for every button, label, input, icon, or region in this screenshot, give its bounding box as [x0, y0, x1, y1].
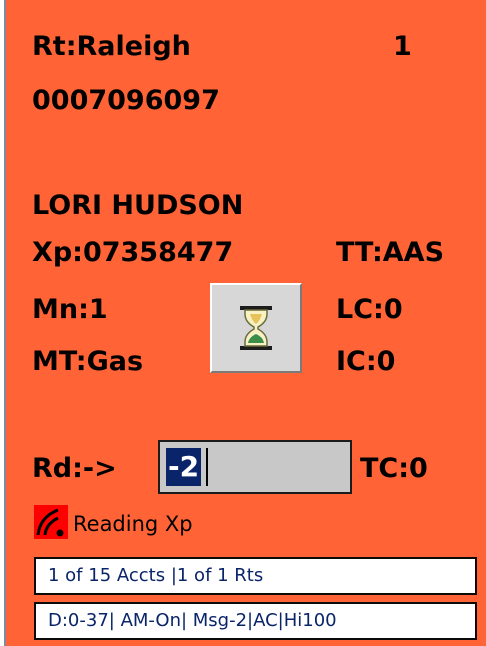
xp-number: Xp:07358477 — [32, 237, 234, 268]
route-label: Rt:Raleigh — [32, 31, 191, 62]
hourglass-icon — [240, 306, 272, 350]
reading-status-text: Reading Xp — [73, 512, 193, 536]
account-number: 0007096097 — [32, 85, 220, 116]
text-caret — [206, 448, 208, 486]
info-status-box: D:0-37| AM-On| Msg-2|AC|Hi100 — [34, 602, 477, 640]
hourglass-button[interactable] — [210, 283, 302, 373]
mn-value: Mn:1 — [32, 294, 108, 325]
account-summary-box: 1 of 15 Accts |1 of 1 Rts — [34, 557, 477, 595]
tc-value: TC:0 — [360, 453, 428, 484]
ic-value: IC:0 — [336, 346, 396, 377]
mt-value: MT:Gas — [32, 346, 144, 377]
route-number: 1 — [393, 31, 412, 62]
lc-value: LC:0 — [336, 294, 403, 325]
reading-input[interactable]: -2 — [158, 440, 352, 494]
tt-value: TT:AAS — [336, 237, 445, 268]
reading-input-value: -2 — [166, 448, 202, 486]
signal-icon — [34, 505, 68, 539]
reading-label: Rd:-> — [32, 453, 117, 484]
account-panel: Rt:Raleigh 1 0007096097 LORI HUDSON Xp:0… — [6, 0, 486, 646]
customer-name: LORI HUDSON — [32, 190, 244, 221]
